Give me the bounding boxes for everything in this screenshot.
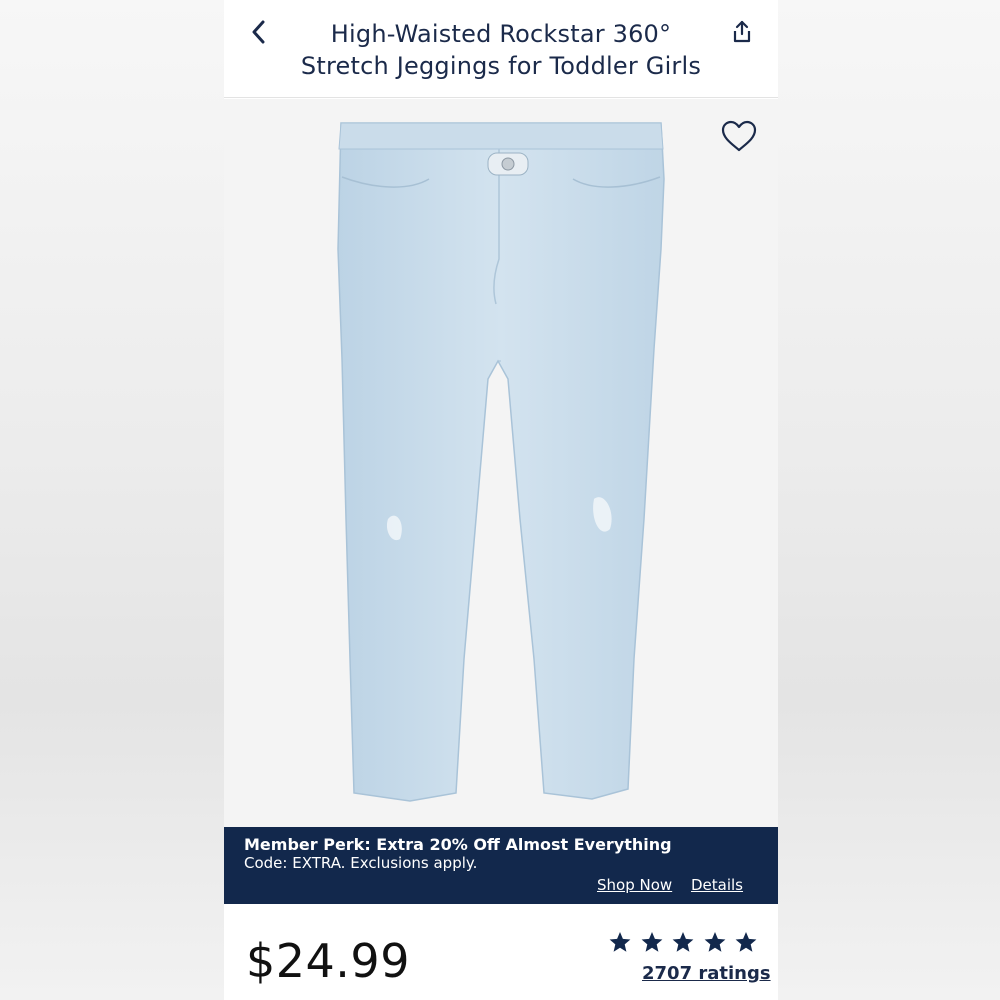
promo-subtitle: Code: EXTRA. Exclusions apply.	[244, 854, 478, 872]
shop-now-link[interactable]: Shop Now	[597, 876, 672, 894]
ratings-count-link[interactable]: 2707 ratings	[642, 963, 771, 984]
favorite-button[interactable]	[720, 119, 758, 153]
product-header: High-Waisted Rockstar 360° Stretch Jeggi…	[224, 0, 778, 98]
right-background	[778, 0, 1000, 1000]
product-price: $24.99	[246, 934, 410, 988]
title-line-2: Stretch Jeggings for Toddler Girls	[300, 52, 702, 80]
star-icon	[704, 932, 725, 952]
jeggings-image	[337, 122, 665, 802]
product-image[interactable]	[224, 99, 778, 827]
details-link[interactable]: Details	[691, 876, 743, 894]
title-line-1: High-Waisted Rockstar 360°	[330, 20, 672, 48]
back-button[interactable]	[244, 18, 272, 46]
app-screen: High-Waisted Rockstar 360° Stretch Jeggi…	[224, 0, 778, 1000]
page-title: High-Waisted Rockstar 360° Stretch Jeggi…	[284, 18, 718, 82]
left-background	[0, 0, 224, 1000]
star-rating[interactable]	[608, 930, 758, 960]
star-icon	[672, 932, 694, 952]
share-button[interactable]	[728, 18, 756, 46]
share-icon	[733, 20, 751, 43]
star-icon	[609, 932, 631, 952]
heart-outline-icon	[721, 120, 757, 152]
chevron-left-icon	[252, 20, 265, 44]
member-perk-banner: Member Perk: Extra 20% Off Almost Everyt…	[224, 827, 778, 904]
promo-title: Member Perk: Extra 20% Off Almost Everyt…	[244, 835, 672, 854]
star-icon	[641, 932, 662, 952]
star-icon	[735, 932, 757, 952]
